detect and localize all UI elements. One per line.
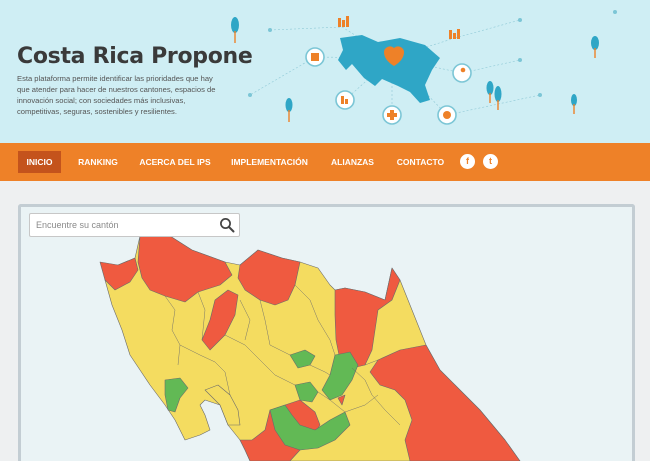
site-title: Costa Rica Propone (17, 44, 253, 69)
canton-search-box (29, 213, 240, 237)
nav-item-inicio[interactable]: INICIO (18, 151, 61, 173)
twitter-icon[interactable]: t (483, 154, 498, 169)
site-description: Esta plataforma permite identificar las … (17, 74, 216, 116)
costa-rica-map[interactable] (21, 207, 632, 461)
nav-item-implementacion[interactable]: IMPLEMENTACIÓN (226, 151, 313, 173)
canton-map-panel (18, 204, 635, 461)
hero-banner: Costa Rica Propone Esta plataforma permi… (0, 0, 650, 143)
nav-item-alianzas[interactable]: ALIANZAS (326, 151, 379, 173)
hero-illustration (231, 10, 617, 125)
nav-item-acerca-del-ips[interactable]: ACERCA DEL IPS (137, 151, 213, 173)
search-icon[interactable] (219, 217, 235, 233)
canton-search-input[interactable] (36, 217, 214, 233)
nav-item-contacto[interactable]: CONTACTO (392, 151, 449, 173)
main-navigation: INICIO RANKING ACERCA DEL IPS IMPLEMENTA… (0, 143, 650, 181)
nav-item-ranking[interactable]: RANKING (72, 151, 124, 173)
facebook-icon[interactable]: f (460, 154, 475, 169)
